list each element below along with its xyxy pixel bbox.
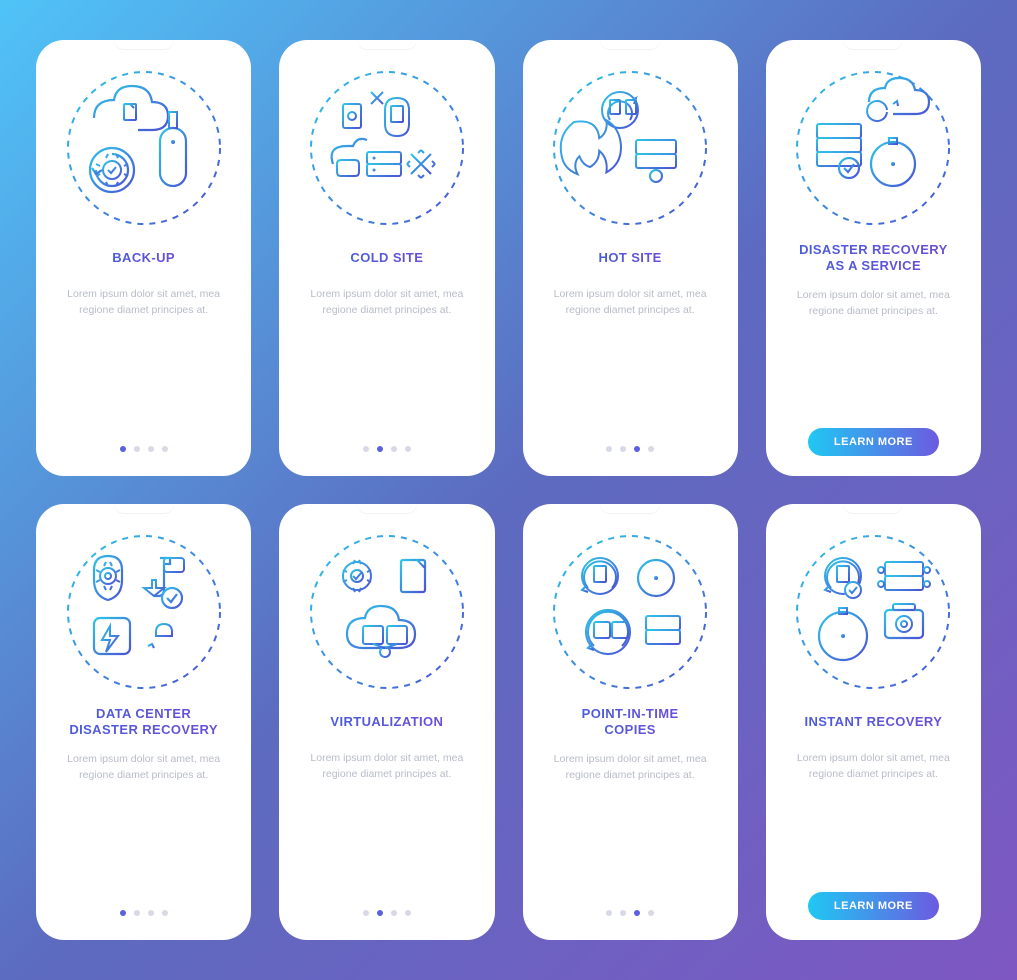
backup-icon bbox=[64, 68, 224, 228]
card-body: Lorem ipsum dolor sit amet, mea regione … bbox=[541, 751, 720, 784]
cold-site-icon bbox=[307, 68, 467, 228]
pagination-dot[interactable] bbox=[162, 446, 168, 452]
card-title: DISASTER RECOVERY AS A SERVICE bbox=[799, 242, 948, 275]
card-body: Lorem ipsum dolor sit amet, mea regione … bbox=[784, 750, 963, 783]
card-pit-copies: POINT-IN-TIME COPIES Lorem ipsum dolor si… bbox=[523, 504, 738, 940]
pagination-dot[interactable] bbox=[148, 910, 154, 916]
card-title: VIRTUALIZATION bbox=[330, 706, 443, 738]
card-body: Lorem ipsum dolor sit amet, mea regione … bbox=[54, 751, 233, 784]
pagination-dot[interactable] bbox=[391, 446, 397, 452]
pagination-dot[interactable] bbox=[391, 910, 397, 916]
pagination-dot[interactable] bbox=[648, 446, 654, 452]
learn-more-button[interactable]: LEARN MORE bbox=[808, 892, 939, 920]
pagination-dot[interactable] bbox=[120, 446, 126, 452]
card-title: BACK-UP bbox=[112, 242, 175, 274]
pagination-dots[interactable] bbox=[363, 896, 411, 920]
card-instant-recovery: INSTANT RECOVERY Lorem ipsum dolor sit am… bbox=[766, 504, 981, 940]
dc-dr-icon bbox=[64, 532, 224, 692]
pagination-dots[interactable] bbox=[120, 896, 168, 920]
pagination-dot[interactable] bbox=[148, 446, 154, 452]
card-title: COLD SITE bbox=[350, 242, 423, 274]
pagination-dot[interactable] bbox=[162, 910, 168, 916]
card-body: Lorem ipsum dolor sit amet, mea regione … bbox=[54, 286, 233, 319]
card-body: Lorem ipsum dolor sit amet, mea regione … bbox=[297, 750, 476, 783]
pagination-dot[interactable] bbox=[634, 910, 640, 916]
card-title: INSTANT RECOVERY bbox=[804, 706, 942, 738]
pagination-dots[interactable] bbox=[606, 896, 654, 920]
card-virtualization: VIRTUALIZATION Lorem ipsum dolor sit amet… bbox=[279, 504, 494, 940]
card-body: Lorem ipsum dolor sit amet, mea regione … bbox=[541, 286, 720, 319]
learn-more-button[interactable]: LEARN MORE bbox=[808, 428, 939, 456]
card-title: DATA CENTER DISASTER RECOVERY bbox=[69, 706, 218, 739]
draas-icon bbox=[793, 68, 953, 228]
pagination-dot[interactable] bbox=[134, 910, 140, 916]
pagination-dots[interactable] bbox=[363, 432, 411, 456]
pagination-dot[interactable] bbox=[134, 446, 140, 452]
card-cold-site: COLD SITE Lorem ipsum dolor sit amet, mea… bbox=[279, 40, 494, 476]
pagination-dot[interactable] bbox=[377, 910, 383, 916]
pagination-dot[interactable] bbox=[620, 446, 626, 452]
pagination-dot[interactable] bbox=[377, 446, 383, 452]
pagination-dot[interactable] bbox=[606, 446, 612, 452]
pagination-dot[interactable] bbox=[405, 446, 411, 452]
card-title: POINT-IN-TIME COPIES bbox=[582, 706, 679, 739]
pagination-dots[interactable] bbox=[120, 432, 168, 456]
card-body: Lorem ipsum dolor sit amet, mea regione … bbox=[297, 286, 476, 319]
card-back-up: BACK-UP Lorem ipsum dolor sit amet, mea r… bbox=[36, 40, 251, 476]
card-grid: BACK-UP Lorem ipsum dolor sit amet, mea r… bbox=[36, 40, 981, 940]
pagination-dot[interactable] bbox=[120, 910, 126, 916]
card-hot-site: HOT SITE Lorem ipsum dolor sit amet, mea … bbox=[523, 40, 738, 476]
pagination-dot[interactable] bbox=[620, 910, 626, 916]
pagination-dot[interactable] bbox=[634, 446, 640, 452]
pagination-dot[interactable] bbox=[405, 910, 411, 916]
card-title: HOT SITE bbox=[599, 242, 662, 274]
pagination-dot[interactable] bbox=[648, 910, 654, 916]
card-draas: DISASTER RECOVERY AS A SERVICE Lorem ipsu… bbox=[766, 40, 981, 476]
hot-site-icon bbox=[550, 68, 710, 228]
pagination-dot[interactable] bbox=[606, 910, 612, 916]
pagination-dot[interactable] bbox=[363, 910, 369, 916]
pagination-dots[interactable] bbox=[606, 432, 654, 456]
instant-recovery-icon bbox=[793, 532, 953, 692]
virtualization-icon bbox=[307, 532, 467, 692]
pit-copies-icon bbox=[550, 532, 710, 692]
card-body: Lorem ipsum dolor sit amet, mea regione … bbox=[784, 287, 963, 320]
pagination-dot[interactable] bbox=[363, 446, 369, 452]
card-dc-dr: DATA CENTER DISASTER RECOVERY Lorem ipsum… bbox=[36, 504, 251, 940]
